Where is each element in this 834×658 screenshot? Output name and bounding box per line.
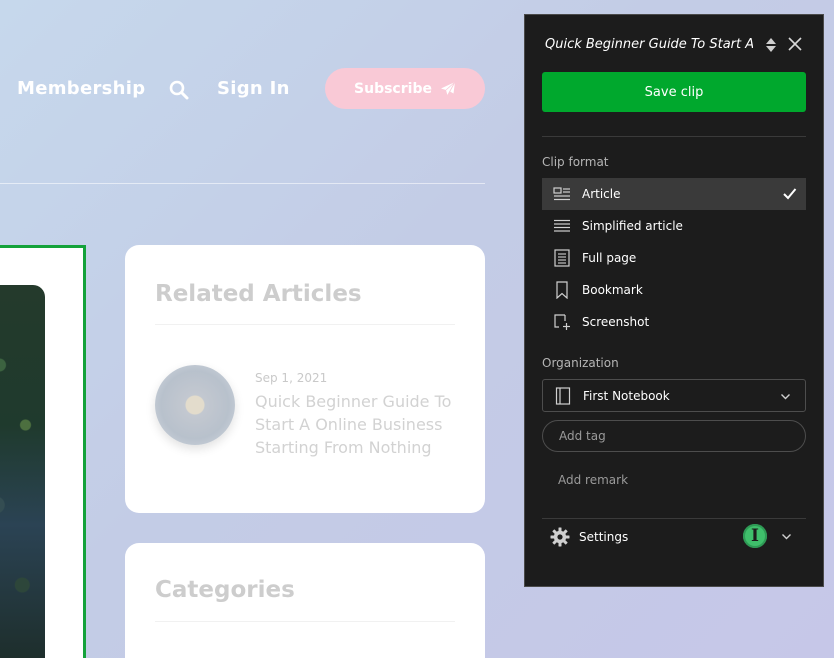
card-divider bbox=[155, 621, 455, 622]
format-option-screenshot[interactable]: Screenshot bbox=[542, 306, 806, 338]
format-label: Article bbox=[582, 187, 621, 201]
format-option-full-page[interactable]: Full page bbox=[542, 242, 806, 274]
format-label: Bookmark bbox=[582, 283, 643, 297]
related-articles-card: Related Articles Sep 1, 2021 Quick Begin… bbox=[125, 245, 485, 513]
format-label: Simplified article bbox=[582, 219, 683, 233]
article-title-link[interactable]: Quick Beginner Guide To Start A Online B… bbox=[255, 390, 465, 459]
notebook-label: First Notebook bbox=[583, 388, 670, 403]
notebook-icon bbox=[555, 386, 571, 405]
categories-title: Categories bbox=[155, 577, 295, 603]
card-divider bbox=[155, 324, 455, 325]
related-articles-title: Related Articles bbox=[155, 281, 362, 307]
article-date: Sep 1, 2021 bbox=[255, 371, 328, 385]
add-tag-input[interactable] bbox=[542, 420, 806, 452]
simplified-article-icon bbox=[553, 217, 571, 235]
format-option-article[interactable]: Article bbox=[542, 178, 806, 210]
header-divider bbox=[0, 183, 485, 184]
nav-signin-link[interactable]: Sign In bbox=[217, 78, 290, 99]
close-icon[interactable] bbox=[787, 36, 803, 52]
categories-card: Categories bbox=[125, 543, 485, 658]
gear-icon bbox=[550, 527, 570, 547]
chevron-down-icon bbox=[781, 394, 790, 400]
subscribe-button[interactable]: Subscribe bbox=[325, 68, 485, 109]
format-label: Full page bbox=[582, 251, 637, 265]
save-clip-button[interactable]: Save clip bbox=[542, 72, 806, 112]
add-remark-field[interactable]: Add remark bbox=[558, 473, 628, 487]
article-icon bbox=[553, 185, 571, 203]
format-option-bookmark[interactable]: Bookmark bbox=[542, 274, 806, 306]
settings-label: Settings bbox=[579, 530, 629, 544]
full-page-icon bbox=[553, 249, 571, 267]
bookmark-icon bbox=[553, 281, 571, 299]
notebook-select[interactable]: First Notebook bbox=[542, 379, 806, 412]
screenshot-icon bbox=[553, 313, 571, 331]
divider bbox=[542, 136, 806, 137]
format-option-simplified-article[interactable]: Simplified article bbox=[542, 210, 806, 242]
settings-button[interactable]: Settings bbox=[550, 526, 628, 548]
format-label: Screenshot bbox=[582, 315, 650, 329]
nav-membership-link[interactable]: Membership bbox=[17, 78, 145, 99]
clip-format-label: Clip format bbox=[542, 155, 609, 169]
chevron-down-icon[interactable] bbox=[781, 531, 792, 542]
web-clipper-panel: Quick Beginner Guide To Start A Online B… bbox=[524, 14, 824, 587]
organization-label: Organization bbox=[542, 356, 619, 370]
article-thumbnail[interactable] bbox=[155, 365, 235, 445]
checkmark-icon bbox=[783, 188, 797, 200]
divider bbox=[542, 518, 806, 519]
clip-title[interactable]: Quick Beginner Guide To Start A Online B… bbox=[545, 37, 753, 55]
subscribe-label: Subscribe bbox=[354, 80, 432, 97]
sort-arrows-icon[interactable] bbox=[765, 37, 777, 53]
search-icon[interactable] bbox=[169, 80, 189, 100]
featured-post-image[interactable] bbox=[0, 285, 45, 658]
account-avatar[interactable]: I bbox=[743, 524, 767, 548]
paper-plane-icon bbox=[440, 81, 456, 96]
